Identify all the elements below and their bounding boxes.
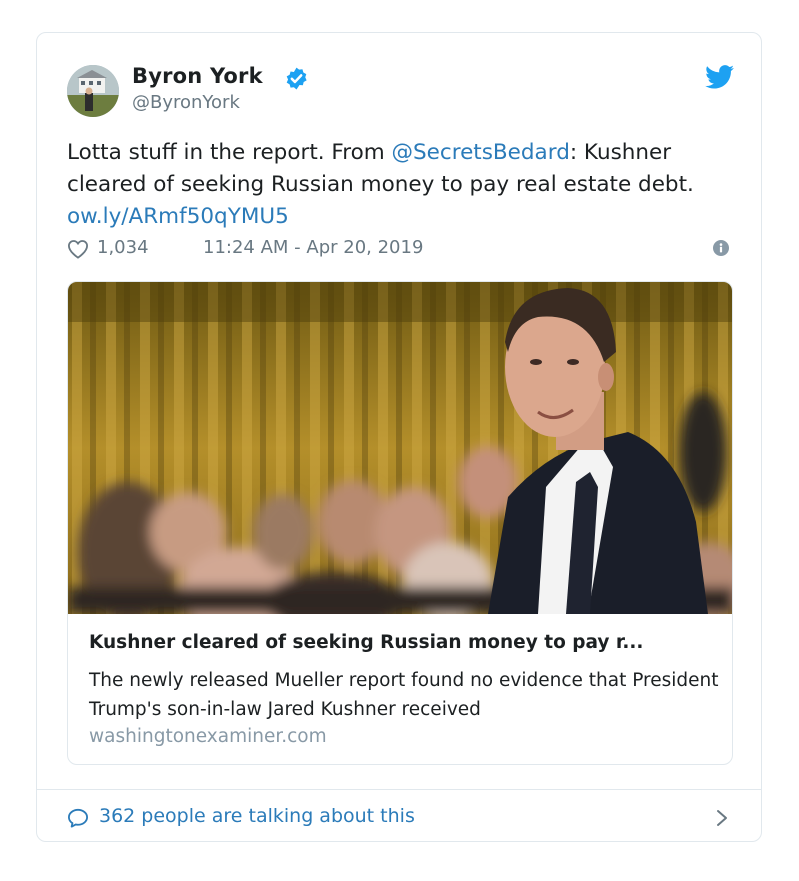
conversation-link[interactable]: 362 people are talking about this — [67, 805, 737, 831]
avatar[interactable] — [67, 65, 119, 117]
heart-icon[interactable] — [67, 239, 89, 259]
tweet-text: Lotta stuff in the report. From @Secrets… — [67, 137, 747, 233]
link-preview-card[interactable]: Kushner cleared of seeking Russian money… — [67, 281, 733, 765]
twitter-bird-icon[interactable] — [705, 65, 735, 89]
tweet-text-part: Lotta stuff in the report. From — [67, 140, 392, 165]
chevron-right-icon[interactable] — [715, 807, 729, 829]
tweet-meta: 1,034 11:24 AM - Apr 20, 2019 — [67, 237, 737, 259]
divider — [37, 789, 761, 790]
mention-link[interactable]: @SecretsBedard — [392, 140, 570, 165]
article-title[interactable]: Kushner cleared of seeking Russian money… — [89, 632, 719, 653]
tweet-url-link[interactable]: ow.ly/ARmf50qYMU5 — [67, 204, 289, 229]
info-icon[interactable] — [713, 240, 729, 256]
article-description: The newly released Mueller report found … — [89, 670, 719, 720]
embedded-tweet-card: Byron York @ByronYork Lotta stuff in the… — [36, 32, 762, 842]
timestamp[interactable]: 11:24 AM - Apr 20, 2019 — [203, 237, 423, 258]
article-domain: washingtonexaminer.com — [89, 726, 327, 747]
author-name[interactable]: Byron York — [132, 64, 263, 88]
talking-count-label[interactable]: 362 people are talking about this — [99, 805, 415, 827]
speech-bubble-icon — [68, 808, 88, 828]
article-image — [68, 282, 732, 614]
verified-badge-icon — [286, 67, 307, 90]
like-count[interactable]: 1,034 — [97, 237, 149, 258]
author-handle[interactable]: @ByronYork — [132, 92, 240, 113]
